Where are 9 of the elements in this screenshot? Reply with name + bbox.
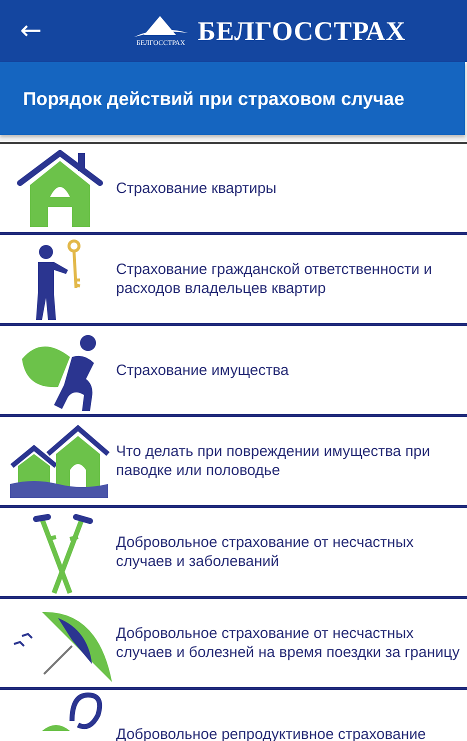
back-button[interactable]: ← — [14, 18, 48, 44]
item-label: Страхование квартиры — [115, 178, 276, 198]
item-label: Добровольное страхование от несчастных случаев и заболеваний — [115, 533, 415, 571]
page-title: Порядок действий при страховом случае — [23, 88, 404, 110]
item-label: Что делать при повреждении имущества при паводке или половодье — [115, 442, 432, 480]
item-label: Страхование имущества — [115, 360, 289, 380]
item-label: Страхование гражданской ответственности и расходов владельцев квартир — [115, 260, 434, 298]
brand-name: БЕЛГОССТРАХ — [198, 17, 406, 47]
item-label: Добровольное страхование от несчастных случаев и болезней на время поездки за границу — [115, 624, 461, 662]
